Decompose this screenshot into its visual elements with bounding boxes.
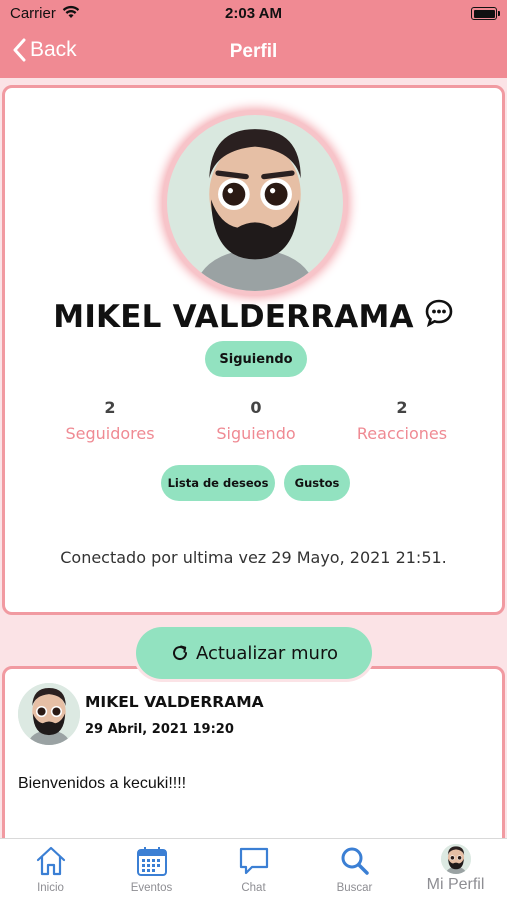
post-date: 29 Abril, 2021 19:20 bbox=[85, 722, 234, 737]
profile-name-row: MIKEL VALDERRAMA bbox=[5, 298, 502, 336]
following-button[interactable]: Siguiendo bbox=[205, 341, 307, 377]
profile-card: MIKEL VALDERRAMA Siguiendo 2 Seguidores … bbox=[2, 85, 505, 615]
navigation-bar: Back Perfil bbox=[0, 28, 507, 78]
wishlist-button[interactable]: Lista de deseos bbox=[161, 465, 275, 501]
tab-eventos[interactable]: Eventos bbox=[101, 839, 202, 900]
profile-avatar-icon bbox=[405, 844, 506, 878]
tab-mi-perfil[interactable]: Mi Perfil bbox=[405, 839, 506, 900]
stat-value: 2 bbox=[396, 398, 408, 417]
tab-buscar[interactable]: Buscar bbox=[304, 839, 405, 900]
home-icon bbox=[0, 844, 101, 878]
battery-icon bbox=[471, 7, 500, 20]
refresh-label: Actualizar muro bbox=[196, 642, 338, 664]
post-text: Bienvenidos a kecuki!!!! bbox=[18, 775, 187, 792]
tab-label: Inicio bbox=[37, 882, 64, 894]
calendar-icon bbox=[101, 844, 202, 878]
message-icon[interactable] bbox=[424, 298, 454, 336]
post-author-avatar[interactable] bbox=[18, 683, 80, 745]
stat-label: Seguidores bbox=[65, 424, 155, 443]
tab-chat[interactable]: Chat bbox=[203, 839, 304, 900]
tab-label: Mi Perfil bbox=[426, 876, 485, 893]
post-author-name[interactable]: MIKEL VALDERRAMA bbox=[85, 693, 264, 711]
tab-label: Chat bbox=[241, 882, 266, 894]
refresh-icon bbox=[173, 645, 188, 661]
status-bar: Carrier 2:03 AM bbox=[0, 0, 507, 28]
likes-button[interactable]: Gustos bbox=[284, 465, 350, 501]
search-icon bbox=[304, 844, 405, 878]
clock: 2:03 AM bbox=[225, 5, 282, 22]
stat-label: Siguiendo bbox=[216, 424, 296, 443]
refresh-wall-button[interactable]: Actualizar muro bbox=[136, 627, 372, 679]
stat-label: Reacciones bbox=[356, 424, 448, 443]
stat-value: 0 bbox=[250, 398, 262, 417]
tab-label: Buscar bbox=[336, 882, 373, 894]
tab-label: Eventos bbox=[130, 882, 173, 894]
stat-followers[interactable]: 2 Seguidores bbox=[35, 398, 185, 443]
chat-icon bbox=[203, 844, 304, 878]
tab-inicio[interactable]: Inicio bbox=[0, 839, 101, 900]
profile-name: MIKEL VALDERRAMA bbox=[53, 299, 414, 335]
stat-value: 2 bbox=[104, 398, 116, 417]
stat-following[interactable]: 0 Siguiendo bbox=[181, 398, 331, 443]
last-seen-text: Conectado por ultima vez 29 Mayo, 2021 2… bbox=[60, 548, 447, 567]
tab-bar: Inicio Eventos Chat Buscar Mi Perfil bbox=[0, 838, 507, 900]
page-title: Perfil bbox=[229, 41, 278, 62]
profile-avatar[interactable] bbox=[162, 110, 348, 296]
post-card: MIKEL VALDERRAMA 29 Abril, 2021 19:20 Bi… bbox=[2, 666, 505, 866]
stat-reactions[interactable]: 2 Reacciones bbox=[327, 398, 477, 443]
